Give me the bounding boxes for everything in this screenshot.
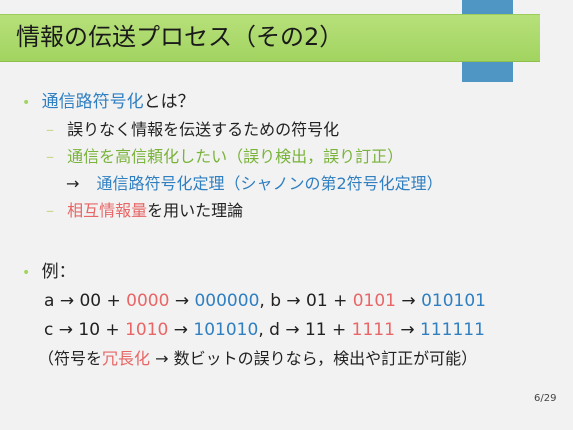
sub-item-3: – 相互情報量を用いた理論 [46,199,243,223]
parity-bits: 0101 [352,291,396,311]
codeword: 101010 [193,320,259,340]
example-text: c → 10 + [44,320,126,340]
example-arrow: → [168,320,194,340]
slide-content: • 通信路符号化とは？ – 誤りなく情報を伝送するための符号化 – 通信を高信頼… [0,0,573,430]
dash-icon: – [46,201,54,220]
example-text: , b → 01 + [259,291,353,311]
sub-item-1-text: 誤りなく情報を伝送するための符号化 [67,120,340,139]
arrow-line: → 通信路符号化定理（シャノンの第2符号化定理） [66,172,443,196]
dash-icon: – [46,120,54,139]
bullet-2-text: 例： [41,262,76,282]
note-keyword: 冗長化 [102,349,151,368]
dash-icon: – [46,147,54,166]
example-arrow: → [396,291,422,311]
example-arrow: → [169,291,195,311]
note-text: → 数ビットの誤りなら，検出や訂正が可能） [150,349,478,368]
codeword: 000000 [194,291,260,311]
example-line-2: c → 10 + 1010 → 101010, d → 11 + 1111 → … [44,318,485,342]
sub-item-3-keyword: 相互情報量 [67,201,148,220]
page-number: 6/29 [534,393,557,404]
sub-item-1: – 誤りなく情報を伝送するための符号化 [46,118,339,142]
sub-item-2-text: 通信を高信頼化したい（誤り検出，誤り訂正） [67,147,404,166]
bullet-dot-icon: • [22,265,31,281]
bullet-1-text: とは？ [143,92,195,112]
parity-bits: 1111 [351,320,395,340]
parity-bits: 1010 [125,320,169,340]
codeword: 010101 [421,291,486,311]
sub-item-2: – 通信を高信頼化したい（誤り検出，誤り訂正） [46,145,403,169]
sub-item-3-text: を用いた理論 [147,201,244,220]
bullet-1-keyword: 通信路符号化 [41,92,144,112]
example-arrow: → [394,320,420,340]
bullet-1: • 通信路符号化とは？ [22,90,195,115]
slide: 情報の伝送プロセス（その2） • 通信路符号化とは？ – 誤りなく情報を伝送する… [0,0,573,430]
example-text: a → 00 + [44,291,127,311]
example-text: , d → 11 + [258,320,352,340]
arrow-line-text: 通信路符号化定理（シャノンの第2符号化定理） [96,174,443,193]
bullet-2: • 例： [22,260,76,285]
codeword: 111111 [420,320,485,340]
parity-bits: 0000 [126,291,170,311]
arrow-icon: → [66,174,80,193]
example-line-1: a → 00 + 0000 → 000000, b → 01 + 0101 → … [44,289,486,313]
bullet-dot-icon: • [22,95,31,111]
note-text: （符号を [38,349,103,368]
example-note: （符号を冗長化 → 数ビットの誤りなら，検出や訂正が可能） [38,347,477,371]
